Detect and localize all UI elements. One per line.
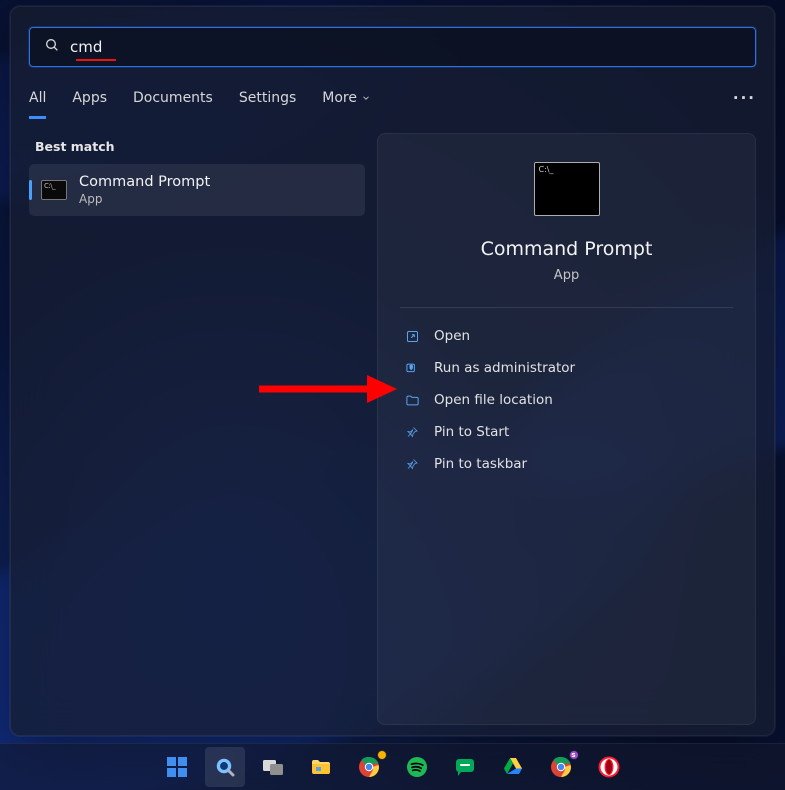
taskbar-spotify-button[interactable] — [397, 747, 437, 787]
search-icon — [44, 37, 60, 57]
profile-badge: s — [569, 750, 579, 760]
taskbar-start-button[interactable] — [157, 747, 197, 787]
action-run-as-administrator[interactable]: Run as administrator — [400, 352, 733, 384]
folder-icon — [404, 392, 420, 408]
command-prompt-icon-large: C:\_ — [534, 162, 600, 216]
action-open-location-label: Open file location — [434, 392, 553, 408]
result-command-prompt[interactable]: C:\_ Command Prompt App — [29, 164, 365, 216]
start-search-panel: All Apps Documents Settings More ··· Bes… — [10, 6, 775, 736]
chevron-down-icon — [361, 93, 371, 103]
preview-column: C:\_ Command Prompt App Open Run as admi… — [377, 133, 756, 725]
tab-documents[interactable]: Documents — [133, 90, 213, 116]
action-pin-taskbar-label: Pin to taskbar — [434, 456, 527, 472]
taskbar: s — [0, 743, 785, 790]
tab-all[interactable]: All — [29, 90, 46, 119]
chrome-icon — [549, 755, 573, 779]
command-prompt-icon: C:\_ — [41, 180, 67, 200]
spotify-icon — [405, 755, 429, 779]
preview-subtitle: App — [554, 268, 579, 283]
pin-icon — [404, 424, 420, 440]
tab-apps[interactable]: Apps — [72, 90, 107, 116]
preview-title: Command Prompt — [481, 238, 653, 260]
best-match-label: Best match — [35, 139, 365, 154]
shield-admin-icon — [404, 360, 420, 376]
search-input[interactable] — [70, 38, 741, 56]
action-open-label: Open — [434, 328, 470, 344]
action-list: Open Run as administrator Open file loca… — [400, 320, 733, 480]
open-icon — [404, 328, 420, 344]
action-pin-to-taskbar[interactable]: Pin to taskbar — [400, 448, 733, 480]
opera-icon — [597, 755, 621, 779]
taskbar-opera-button[interactable] — [589, 747, 629, 787]
tab-settings[interactable]: Settings — [239, 90, 296, 116]
taskbar-search-button[interactable] — [205, 747, 245, 787]
search-tabs: All Apps Documents Settings More ··· — [29, 89, 756, 117]
taskbar-chrome-button[interactable] — [349, 747, 389, 787]
pin-icon — [404, 456, 420, 472]
google-drive-icon — [501, 755, 525, 779]
action-run-admin-label: Run as administrator — [434, 360, 575, 376]
taskbar-drive-button[interactable] — [493, 747, 533, 787]
action-pin-to-start[interactable]: Pin to Start — [400, 416, 733, 448]
taskbar-chrome-profile-button[interactable]: s — [541, 747, 581, 787]
annotation-underline — [76, 59, 116, 61]
windows-logo-icon — [167, 757, 187, 777]
result-title: Command Prompt — [79, 174, 210, 190]
tab-more[interactable]: More — [322, 90, 371, 116]
action-open-file-location[interactable]: Open file location — [400, 384, 733, 416]
search-box[interactable] — [29, 27, 756, 67]
results-column: Best match C:\_ Command Prompt App — [29, 133, 365, 725]
divider — [400, 307, 733, 308]
notification-badge — [377, 750, 387, 760]
action-open[interactable]: Open — [400, 320, 733, 352]
search-icon — [213, 755, 237, 779]
folder-icon — [309, 755, 333, 779]
chrome-icon — [357, 755, 381, 779]
taskbar-chat-button[interactable] — [445, 747, 485, 787]
chat-icon — [453, 755, 477, 779]
tab-more-label: More — [322, 90, 357, 106]
task-view-icon — [261, 755, 285, 779]
taskbar-task-view-button[interactable] — [253, 747, 293, 787]
action-pin-start-label: Pin to Start — [434, 424, 509, 440]
more-options-button[interactable]: ··· — [733, 89, 756, 117]
result-subtitle: App — [79, 192, 210, 206]
taskbar-file-explorer-button[interactable] — [301, 747, 341, 787]
